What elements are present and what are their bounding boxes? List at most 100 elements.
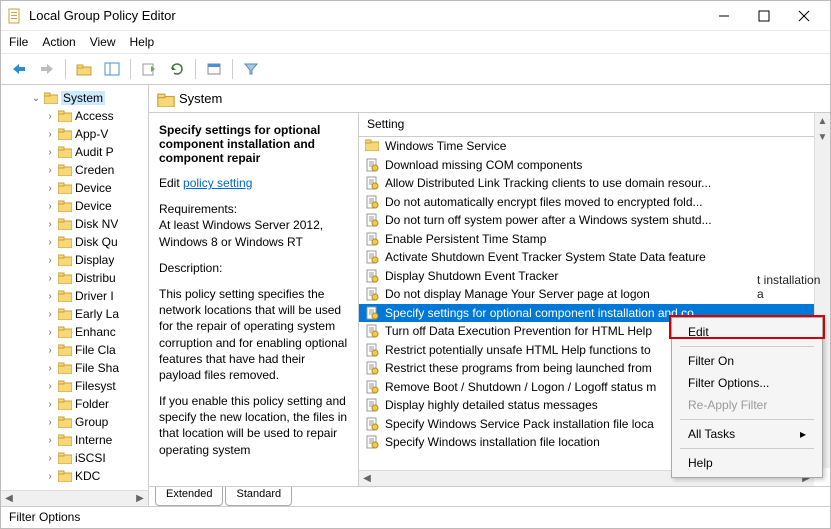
settings-item-row[interactable]: Do not turn off system power after a Win…	[359, 211, 830, 230]
statusbar: Filter Options	[1, 506, 830, 528]
expand-icon[interactable]: ›	[45, 183, 55, 194]
expand-icon[interactable]: ›	[45, 165, 55, 176]
filter-button[interactable]	[239, 58, 263, 80]
tree-h-scrollbar[interactable]: ◀▶	[1, 490, 148, 506]
expand-icon[interactable]: ›	[45, 471, 55, 482]
expand-icon[interactable]: ›	[45, 219, 55, 230]
folder-icon	[58, 434, 72, 446]
description-text-2: If you enable this policy setting and sp…	[159, 393, 348, 458]
expand-icon[interactable]: ›	[45, 201, 55, 212]
ctx-edit[interactable]: Edit	[674, 321, 820, 343]
ctx-all-tasks[interactable]: All Tasks▸	[674, 423, 820, 445]
settings-item-row[interactable]: Enable Persistent Time Stamp	[359, 230, 830, 249]
expand-icon[interactable]: ›	[45, 111, 55, 122]
tree-node[interactable]: ›Access	[5, 107, 148, 125]
tree-node[interactable]: ›App-V	[5, 125, 148, 143]
expand-icon[interactable]: ›	[45, 435, 55, 446]
settings-item-row[interactable]: Download missing COM components	[359, 156, 830, 175]
tree-label: Filesyst	[75, 379, 116, 393]
tab-standard[interactable]: Standard	[225, 487, 292, 506]
policy-icon	[365, 195, 379, 209]
collapse-icon[interactable]: ⌄	[31, 93, 41, 104]
tree-node[interactable]: ›Early La	[5, 305, 148, 323]
settings-folder-row[interactable]: Windows Time Service	[359, 137, 830, 156]
tree-node[interactable]: ›Interne	[5, 431, 148, 449]
refresh-button[interactable]	[165, 58, 189, 80]
policy-icon	[365, 343, 379, 357]
scroll-down-icon[interactable]: ▼	[815, 129, 830, 145]
expand-icon[interactable]: ›	[45, 327, 55, 338]
tree-node[interactable]: ›Driver I	[5, 287, 148, 305]
edit-policy-link[interactable]: policy setting	[183, 176, 252, 190]
selected-setting-title: Specify settings for optional component …	[159, 123, 320, 165]
menu-file[interactable]: File	[9, 35, 28, 49]
close-button[interactable]	[784, 2, 824, 30]
forward-button[interactable]	[35, 58, 59, 80]
menu-help[interactable]: Help	[130, 35, 155, 49]
tree-node[interactable]: ›Device	[5, 179, 148, 197]
tree-node[interactable]: ›iSCSI	[5, 449, 148, 467]
expand-icon[interactable]: ›	[45, 381, 55, 392]
settings-item-row[interactable]: Do not automatically encrypt files moved…	[359, 193, 830, 212]
tree-node[interactable]: ›Distribu	[5, 269, 148, 287]
settings-item-row[interactable]: Activate Shutdown Event Tracker System S…	[359, 248, 830, 267]
ctx-help[interactable]: Help	[674, 452, 820, 474]
tree[interactable]: ⌄ System ›Access›App-V›Audit P›Creden›De…	[1, 85, 148, 506]
tree-node[interactable]: ›Disk NV	[5, 215, 148, 233]
settings-item-row[interactable]: Allow Distributed Link Tracking clients …	[359, 174, 830, 193]
tree-node[interactable]: ›Enhanc	[5, 323, 148, 341]
ctx-filter-options[interactable]: Filter Options...	[674, 372, 820, 394]
expand-icon[interactable]: ›	[45, 453, 55, 464]
maximize-button[interactable]	[744, 2, 784, 30]
minimize-button[interactable]	[704, 2, 744, 30]
expand-icon[interactable]: ›	[45, 147, 55, 158]
expand-icon[interactable]: ›	[45, 291, 55, 302]
show-hide-tree-button[interactable]	[100, 58, 124, 80]
tree-node[interactable]: ›KDC	[5, 467, 148, 485]
properties-button[interactable]	[202, 58, 226, 80]
policy-icon	[365, 269, 379, 283]
expand-icon[interactable]: ›	[45, 363, 55, 374]
tree-node[interactable]: ›Group	[5, 413, 148, 431]
tree-node[interactable]: ›Folder	[5, 395, 148, 413]
folder-icon	[58, 146, 72, 158]
ctx-filter-on[interactable]: Filter On	[674, 350, 820, 372]
back-button[interactable]	[7, 58, 31, 80]
tree-node[interactable]: ›Display	[5, 251, 148, 269]
expand-icon[interactable]: ›	[45, 345, 55, 356]
expand-icon[interactable]: ›	[45, 417, 55, 428]
tree-label: File Cla	[75, 343, 116, 357]
tree-node[interactable]: ›Audit P	[5, 143, 148, 161]
up-button[interactable]	[72, 58, 96, 80]
tree-node[interactable]: › Filesyst	[5, 377, 148, 395]
expand-icon[interactable]: ›	[45, 237, 55, 248]
expand-icon[interactable]: ›	[45, 399, 55, 410]
setting-label: Activate Shutdown Event Tracker System S…	[385, 250, 706, 264]
setting-label: Specify Windows installation file locati…	[385, 435, 600, 449]
tree-node[interactable]: › File Cla	[5, 341, 148, 359]
tree-node[interactable]: ›File Sha	[5, 359, 148, 377]
expand-icon[interactable]: ›	[45, 255, 55, 266]
tree-node[interactable]: ›Disk Qu	[5, 233, 148, 251]
setting-label: Display Shutdown Event Tracker	[385, 269, 558, 283]
view-tabs: Extended Standard	[149, 486, 830, 506]
menu-view[interactable]: View	[90, 35, 116, 49]
expand-icon[interactable]: ›	[45, 309, 55, 320]
tree-node[interactable]: ›Creden	[5, 161, 148, 179]
folder-icon	[58, 452, 72, 464]
ctx-reapply-filter: Re-Apply Filter	[674, 394, 820, 416]
tree-node-system[interactable]: ⌄ System	[5, 89, 148, 107]
folder-icon	[58, 380, 72, 392]
expand-icon[interactable]: ›	[45, 129, 55, 140]
chevron-right-icon: ▸	[800, 427, 806, 441]
folder-icon	[58, 200, 72, 212]
menu-action[interactable]: Action	[42, 35, 75, 49]
export-button[interactable]	[137, 58, 161, 80]
folder-icon	[58, 398, 72, 410]
tree-node[interactable]: ›Device	[5, 197, 148, 215]
setting-label: Display highly detailed status messages	[385, 398, 598, 412]
tab-extended[interactable]: Extended	[155, 487, 223, 506]
column-header-setting[interactable]: Setting	[359, 113, 830, 137]
scroll-up-icon[interactable]: ▲	[815, 113, 830, 129]
expand-icon[interactable]: ›	[45, 273, 55, 284]
